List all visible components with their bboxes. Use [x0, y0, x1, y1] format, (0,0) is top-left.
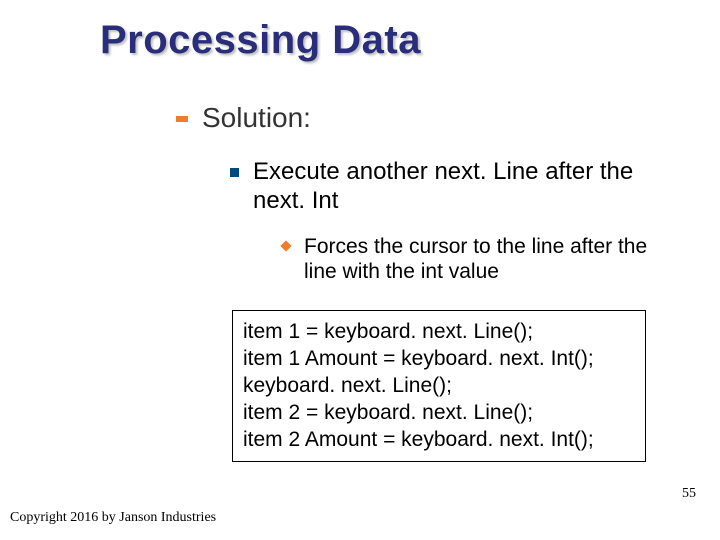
- bullet-square-icon: [230, 168, 239, 177]
- bullet-level2: Execute another next. Line after the nex…: [230, 158, 670, 216]
- code-box: item 1 = keyboard. next. Line(); item 1 …: [232, 310, 646, 462]
- bullet-level3-text: Forces the cursor to the line after the …: [304, 234, 682, 284]
- bullet-level1-text: Solution:: [202, 102, 311, 134]
- bullet-bar-icon: [176, 116, 188, 122]
- page-number: 55: [682, 486, 696, 502]
- code-line: item 2 = keyboard. next. Line();: [243, 400, 635, 427]
- code-line: keyboard. next. Line();: [243, 373, 635, 400]
- code-line: item 2 Amount = keyboard. next. Int();: [243, 427, 635, 454]
- code-line: item 1 = keyboard. next. Line();: [243, 319, 635, 346]
- code-line: item 1 Amount = keyboard. next. Int();: [243, 346, 635, 373]
- slide: Processing Data Solution: Execute anothe…: [0, 0, 720, 540]
- slide-title: Processing Data: [100, 18, 421, 63]
- copyright-footer: Copyright 2016 by Janson Industries: [10, 510, 216, 526]
- bullet-level1: Solution:: [176, 102, 311, 134]
- bullet-level2-text: Execute another next. Line after the nex…: [253, 158, 670, 216]
- bullet-level3: Forces the cursor to the line after the …: [282, 234, 682, 284]
- bullet-diamond-icon: [280, 240, 291, 251]
